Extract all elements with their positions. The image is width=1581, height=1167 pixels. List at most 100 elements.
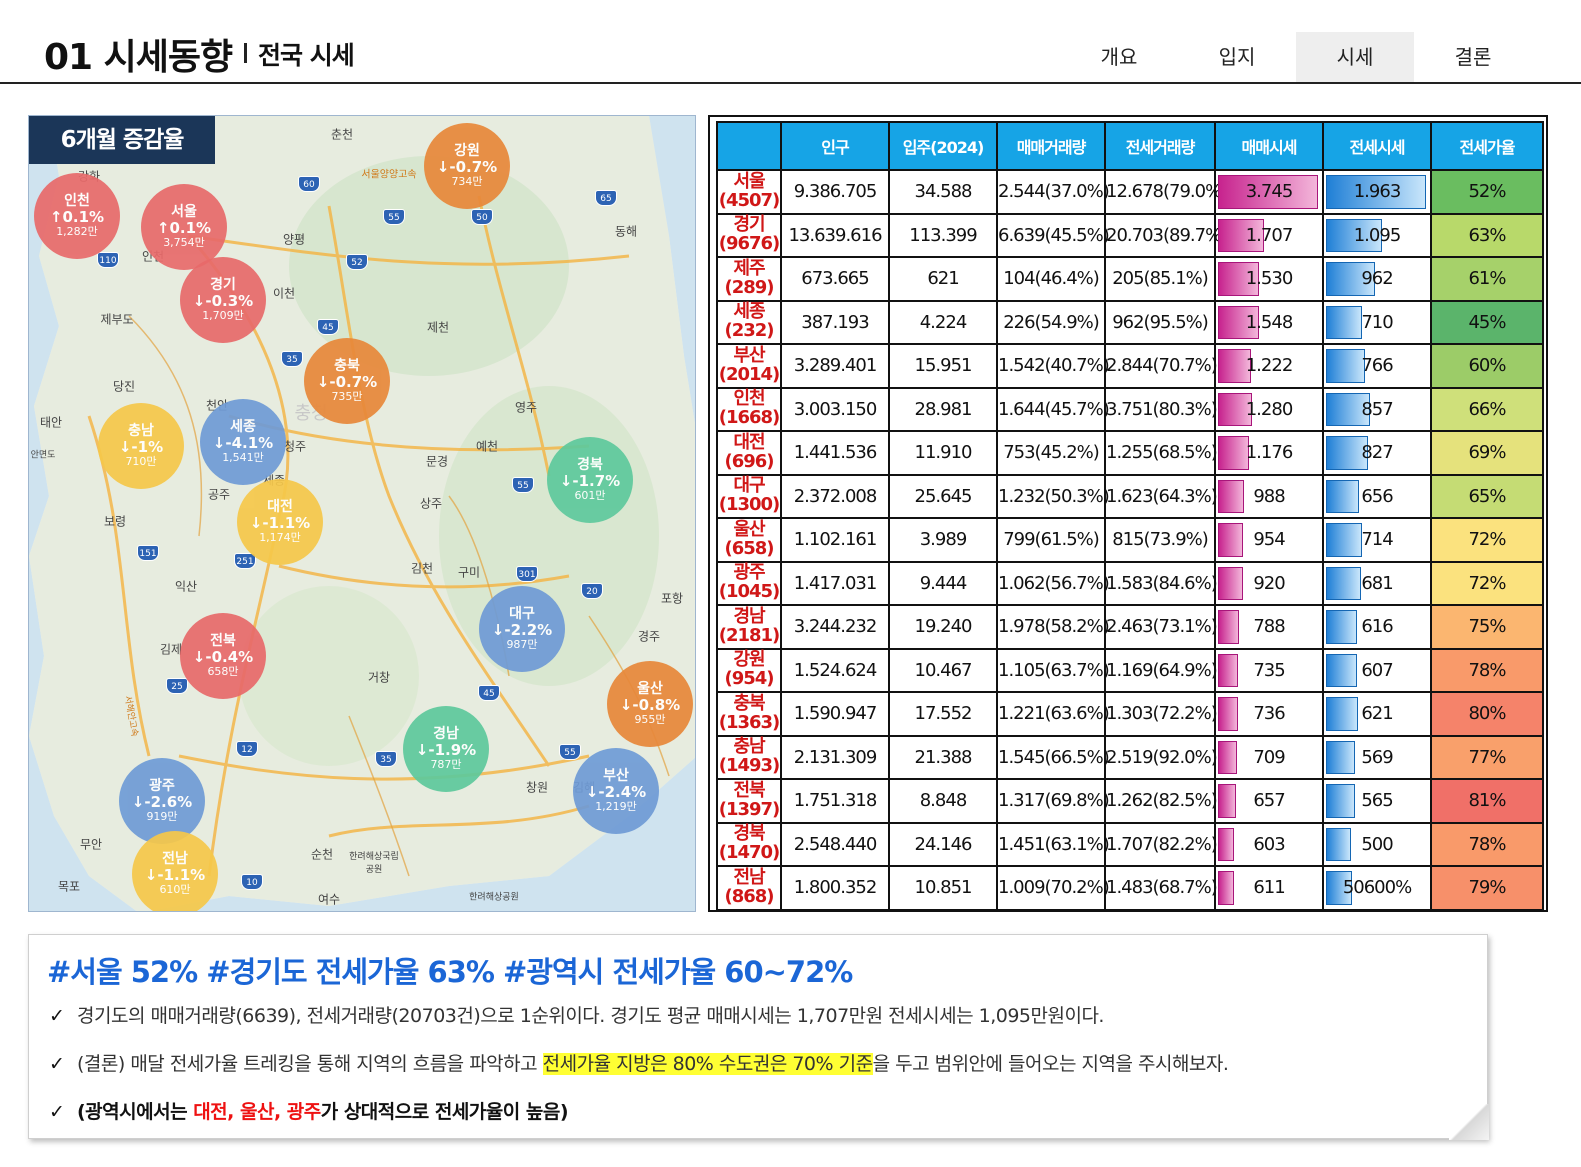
population-cell: 2.372.008: [780, 473, 890, 519]
tab-market-price[interactable]: 시세: [1296, 32, 1414, 82]
region-bubble[interactable]: 광주 ↓-2.6% 919만: [119, 758, 205, 844]
jeonse-volume-cell: 2.463(73.1%): [1104, 604, 1218, 650]
jeonse-price-bar: [1326, 697, 1358, 731]
sale-price-cell: 788: [1214, 604, 1324, 650]
place-label: 무안: [79, 837, 103, 852]
region-cell: 경북 (1470): [716, 821, 782, 867]
population-cell: 3.244.232: [780, 604, 890, 650]
sale-price-bar: [1218, 740, 1237, 774]
table-row: 전남 (868) 1.800.352 10.851 1.009(70.2%) 1.483(…: [716, 865, 1544, 911]
region-cell: 전북 (1397): [716, 778, 782, 824]
sale-price-bar: [1218, 479, 1244, 513]
region-name: 인천: [64, 193, 90, 209]
jeonse-volume-cell: 2.844(70.7%): [1104, 343, 1218, 389]
jeonse-price-value: 962: [1361, 268, 1393, 290]
population-cell: 387.193: [780, 299, 890, 345]
region-name: 전남: [733, 866, 765, 888]
sale-price-cell: 1.222: [1214, 343, 1324, 389]
region-cell: 제주 (289): [716, 256, 782, 302]
region-bubble[interactable]: 부산 ↓-2.4% 1,219만: [573, 748, 659, 834]
jeonse-price-value: 1.095: [1353, 224, 1402, 246]
region-count: (696): [724, 450, 774, 472]
region-bubble[interactable]: 충남 ↓-1% 710만: [98, 403, 184, 489]
bullet-text: 경기도의 매매거래량(6639), 전세거래량(20703건)으로 1순위이다.…: [77, 1005, 1104, 1027]
region-bubble[interactable]: 경북 ↓-1.7% 601만: [547, 437, 633, 523]
jeonse-price-bar: [1326, 566, 1361, 600]
region-cell: 대전 (696): [716, 430, 782, 476]
jeonse-price-cell: 1.963: [1322, 169, 1432, 215]
jeonse-ratio-cell: 61%: [1430, 256, 1544, 302]
place-label: 목포: [57, 879, 81, 894]
col-header-move-in: 입주(2024): [888, 121, 998, 171]
change-rate: ↓-1.9%: [415, 741, 477, 760]
region-cell: 세종 (232): [716, 299, 782, 345]
bullet-text: 가 상대적으로 전세가율이 높음): [320, 1101, 569, 1123]
region-bubble[interactable]: 울산 ↓-0.8% 955만: [607, 661, 693, 747]
region-name: 충북: [733, 692, 765, 714]
jeonse-price-cell: 710: [1322, 299, 1432, 345]
change-rate: ↓-0.7%: [436, 158, 498, 177]
sale-price-value: 3.745: [1245, 181, 1294, 203]
region-name: 서울: [171, 204, 197, 220]
region-cell: 서울 (4507): [716, 169, 782, 215]
region-bubble[interactable]: 경기 ↓-0.3% 1,709만: [180, 257, 266, 343]
region-bubble[interactable]: 대전 ↓-1.1% 1,174만: [237, 479, 323, 565]
jeonse-price-cell: 766: [1322, 343, 1432, 389]
jeonse-price-value: 710: [1361, 311, 1393, 333]
sale-price-bar: [1218, 610, 1239, 644]
region-name: 대전: [733, 431, 765, 453]
bullet-text: (광역시에서는: [77, 1101, 194, 1123]
move-in-cell: 113.399: [888, 212, 998, 258]
sale-price-cell: 736: [1214, 691, 1324, 737]
place-label: 양평: [282, 232, 306, 247]
jeonse-volume-cell: 815(73.9%): [1104, 517, 1216, 563]
region-count: (1300): [718, 494, 781, 516]
population-cell: 2.131.309: [780, 734, 890, 780]
region-bubble[interactable]: 충북 ↓-0.7% 735만: [304, 338, 390, 424]
tab-overview[interactable]: 개요: [1060, 32, 1178, 82]
place-label: 포항: [660, 591, 684, 606]
tab-location[interactable]: 입지: [1178, 32, 1296, 82]
move-in-cell: 19.240: [888, 604, 998, 650]
jeonse-ratio-cell: 66%: [1430, 386, 1544, 432]
route-shield: 25: [166, 678, 188, 694]
region-bubble[interactable]: 전남 ↓-1.1% 610만: [132, 831, 218, 911]
region-bubble[interactable]: 세종 ↓-4.1% 1,541만: [200, 399, 286, 485]
table-row: 세종 (232) 387.193 4.224 226(54.9%) 962(95.5%) 1…: [716, 299, 1544, 345]
jeonse-price-value: 500: [1361, 833, 1393, 855]
sale-price-cell: 1.176: [1214, 430, 1324, 476]
tab-conclusion[interactable]: 결론: [1414, 32, 1532, 82]
jeonse-volume-cell: 3.751(80.3%): [1104, 386, 1218, 432]
place-label: 경주: [637, 629, 661, 644]
region-bubble[interactable]: 경남 ↓-1.9% 787만: [403, 706, 489, 792]
col-header-region: [716, 121, 782, 171]
place-label: 영주: [514, 400, 538, 415]
jeonse-volume-cell: 205(85.1%): [1104, 256, 1216, 302]
population-cell: 9.386.705: [780, 169, 890, 215]
move-in-cell: 8.848: [888, 778, 998, 824]
place-label: 동해: [614, 224, 638, 239]
region-bubble[interactable]: 대구 ↓-2.2% 987만: [479, 586, 565, 672]
region-bubble[interactable]: 인천 ↑0.1% 1,282만: [34, 173, 120, 259]
place-label: 청주: [283, 439, 307, 454]
table-row: 부산 (2014) 3.289.401 15.951 1.542(40.7%) 2.844…: [716, 343, 1544, 389]
sale-price-bar: [1218, 827, 1234, 861]
region-bubble[interactable]: 전북 ↓-0.4% 658만: [180, 613, 266, 699]
jeonse-price-cell: 827: [1322, 430, 1432, 476]
move-in-cell: 621: [888, 256, 998, 302]
jeonse-price-bar: [1326, 653, 1357, 687]
sale-price-value: 735: [1253, 659, 1285, 681]
population-cell: 3.289.401: [780, 343, 890, 389]
region-name: 제주: [733, 257, 765, 279]
avg-price: 1,541만: [222, 451, 264, 465]
col-header-jeonse-volume: 전세거래량: [1104, 121, 1216, 171]
sale-volume-cell: 1.542(40.7%): [996, 343, 1110, 389]
region-bubble[interactable]: 강원 ↓-0.7% 734만: [424, 123, 510, 209]
jeonse-price-cell: 607: [1322, 647, 1432, 693]
col-header-sale-volume: 매매거래량: [996, 121, 1106, 171]
place-label: 창원: [525, 780, 549, 795]
change-rate: ↓-0.4%: [192, 648, 254, 667]
place-label: 제부도: [100, 312, 134, 327]
korea-map[interactable]: 6개월 증감율 강화 춘천 서울양양고속 동해 양평 이천 제부도 제천 당진 …: [28, 115, 696, 912]
table-row: 제주 (289) 673.665 621 104(46.4%) 205(85.1%) 1.5…: [716, 256, 1544, 302]
